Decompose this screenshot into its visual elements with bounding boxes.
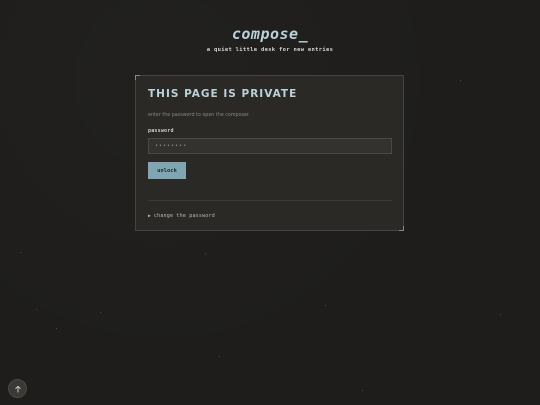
app-logo: compose_ <box>231 25 309 43</box>
background-speck <box>100 312 101 313</box>
unlock-button[interactable]: unlock <box>148 162 186 179</box>
background-speck <box>36 309 37 310</box>
page-background: compose_ a quiet little desk for new ent… <box>0 0 540 405</box>
card-subtitle: enter the password to open the composer. <box>148 113 250 118</box>
card-corner-accent <box>135 75 140 80</box>
background-speck <box>219 356 220 357</box>
background-speck <box>362 390 363 391</box>
card-divider <box>148 200 392 201</box>
background-speck <box>500 314 501 315</box>
private-page-card: THIS PAGE IS PRIVATE enter the password … <box>135 75 404 231</box>
app-tagline: a quiet little desk for new entries <box>206 47 334 53</box>
card-corner-accent <box>399 226 404 231</box>
background-speck <box>56 328 57 329</box>
background-speck <box>325 305 326 306</box>
background-speck <box>460 80 461 81</box>
arrow-up-icon <box>14 385 21 392</box>
caret-right-icon: ▶ <box>148 214 151 219</box>
password-label: password <box>148 128 174 134</box>
scroll-to-top-button[interactable] <box>8 379 27 398</box>
password-input[interactable] <box>148 138 392 154</box>
background-speck <box>205 253 206 254</box>
card-title: THIS PAGE IS PRIVATE <box>148 88 298 100</box>
brand-header: compose_ a quiet little desk for new ent… <box>0 24 540 53</box>
change-password-toggle[interactable]: ▶ change the password <box>148 213 215 219</box>
background-speck <box>20 252 21 253</box>
change-password-label: change the password <box>153 213 215 219</box>
